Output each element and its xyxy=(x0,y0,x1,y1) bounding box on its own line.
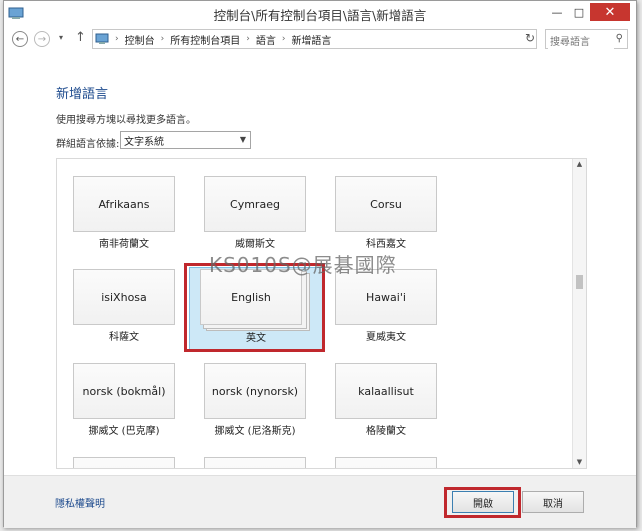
window-title: 控制台\所有控制台項目\語言\新增語言 xyxy=(213,8,427,23)
cancel-button[interactable]: 取消 xyxy=(522,491,584,513)
language-card xyxy=(73,457,175,468)
group-by-value: 文字系統 xyxy=(124,136,164,148)
group-by-label: 群組語言依據: xyxy=(56,139,120,150)
language-native-name: 格陵蘭文 xyxy=(366,426,406,437)
language-native-name: 科薩文 xyxy=(109,332,139,343)
language-tile-norsk-bokmal[interactable]: norsk (bokmål) 挪威文 (巴克摩) xyxy=(65,363,183,437)
language-tile-afrikaans[interactable]: Afrikaans 南非荷蘭文 xyxy=(65,176,183,250)
breadcrumb-item-add-language[interactable]: 新增語言 xyxy=(291,32,331,47)
language-card xyxy=(335,457,437,468)
breadcrumb-item-language[interactable]: 語言 xyxy=(256,32,276,47)
group-by-select[interactable]: 文字系統 ▼ xyxy=(120,131,251,149)
close-button[interactable]: ✕ xyxy=(590,3,630,21)
language-native-name: 威爾斯文 xyxy=(235,239,275,250)
vertical-scrollbar[interactable]: ▲ ▼ xyxy=(572,159,586,468)
breadcrumb-item-control-panel[interactable]: 控制台 xyxy=(125,32,155,47)
search-input[interactable] xyxy=(548,33,614,52)
language-native-name: 挪威文 (尼洛斯克) xyxy=(214,426,296,437)
refresh-icon[interactable]: ↻ xyxy=(525,31,535,45)
breadcrumb[interactable]: › 控制台 › 所有控制台項目 › 語言 › 新增語言 xyxy=(92,29,537,49)
language-native-name: 科西嘉文 xyxy=(366,239,406,250)
page-title: 新增語言 xyxy=(56,87,109,102)
search-box[interactable]: ⚲ xyxy=(545,29,628,52)
watermark: KS010S@展碁國際 xyxy=(209,253,397,277)
language-tile-isixhosa[interactable]: isiXhosa 科薩文 xyxy=(65,269,183,343)
language-card: Afrikaans xyxy=(73,176,175,232)
open-button[interactable]: 開啟 xyxy=(452,491,514,513)
language-native-name: 挪威文 (巴克摩) xyxy=(88,426,160,437)
chevron-down-icon: ▼ xyxy=(239,135,246,144)
language-tile-cymraeg[interactable]: Cymraeg 威爾斯文 xyxy=(196,176,314,250)
breadcrumb-separator: › xyxy=(281,34,286,44)
language-card xyxy=(204,457,306,468)
language-native-name: 夏威夷文 xyxy=(366,332,406,343)
language-card: norsk (bokmål) xyxy=(73,363,175,419)
back-button[interactable]: ← xyxy=(12,31,28,47)
address-bar: ← → ▾ ↑ › 控制台 › 所有控制台項目 › 語言 › 新增語言 ↻ ⚲ xyxy=(4,28,636,52)
breadcrumb-item-all-items[interactable]: 所有控制台項目 xyxy=(170,32,240,47)
forward-button[interactable]: → xyxy=(34,31,50,47)
language-list[interactable]: Afrikaans 南非荷蘭文 Cymraeg 威爾斯文 Corsu 科西嘉文 … xyxy=(56,158,587,469)
breadcrumb-separator: › xyxy=(160,34,165,44)
language-native-name: 南非荷蘭文 xyxy=(99,239,149,250)
language-card: isiXhosa xyxy=(73,269,175,325)
scroll-up-icon[interactable]: ▲ xyxy=(573,160,586,168)
language-card: Cymraeg xyxy=(204,176,306,232)
recent-locations-dropdown[interactable]: ▾ xyxy=(59,33,63,42)
description-text: 使用搜尋方塊以尋找更多語言。 xyxy=(56,115,196,126)
scrollbar-thumb[interactable] xyxy=(576,275,583,289)
breadcrumb-separator: › xyxy=(246,34,250,44)
up-button[interactable]: ↑ xyxy=(75,30,86,45)
language-tile-kalaallisut[interactable]: kalaallisut 格陵蘭文 xyxy=(327,363,445,437)
language-tile-partial[interactable] xyxy=(196,457,314,468)
language-tile-corsu[interactable]: Corsu 科西嘉文 xyxy=(327,176,445,250)
search-icon[interactable]: ⚲ xyxy=(616,33,623,44)
footer-bar: 隱私權聲明 開啟 取消 xyxy=(4,475,636,528)
language-card: kalaallisut xyxy=(335,363,437,419)
scroll-down-icon[interactable]: ▼ xyxy=(573,458,586,466)
language-tile-hawaii[interactable]: Hawai'i 夏威夷文 xyxy=(327,269,445,343)
control-panel-window: 控制台\所有控制台項目\語言\新增語言 — □ ✕ ← → ▾ ↑ › 控制台 … xyxy=(3,0,637,528)
language-card: Corsu xyxy=(335,176,437,232)
language-card: norsk (nynorsk) xyxy=(204,363,306,419)
maximize-button[interactable]: □ xyxy=(568,3,590,21)
language-tile-partial[interactable] xyxy=(327,457,445,468)
title-bar: 控制台\所有控制台項目\語言\新增語言 — □ ✕ xyxy=(4,1,636,25)
minimize-button[interactable]: — xyxy=(546,3,568,21)
control-panel-icon xyxy=(95,33,109,44)
language-tile-partial[interactable] xyxy=(65,457,183,468)
language-tile-norsk-nynorsk[interactable]: norsk (nynorsk) 挪威文 (尼洛斯克) xyxy=(196,363,314,437)
privacy-statement-link[interactable]: 隱私權聲明 xyxy=(55,495,105,510)
breadcrumb-separator: › xyxy=(115,34,119,44)
